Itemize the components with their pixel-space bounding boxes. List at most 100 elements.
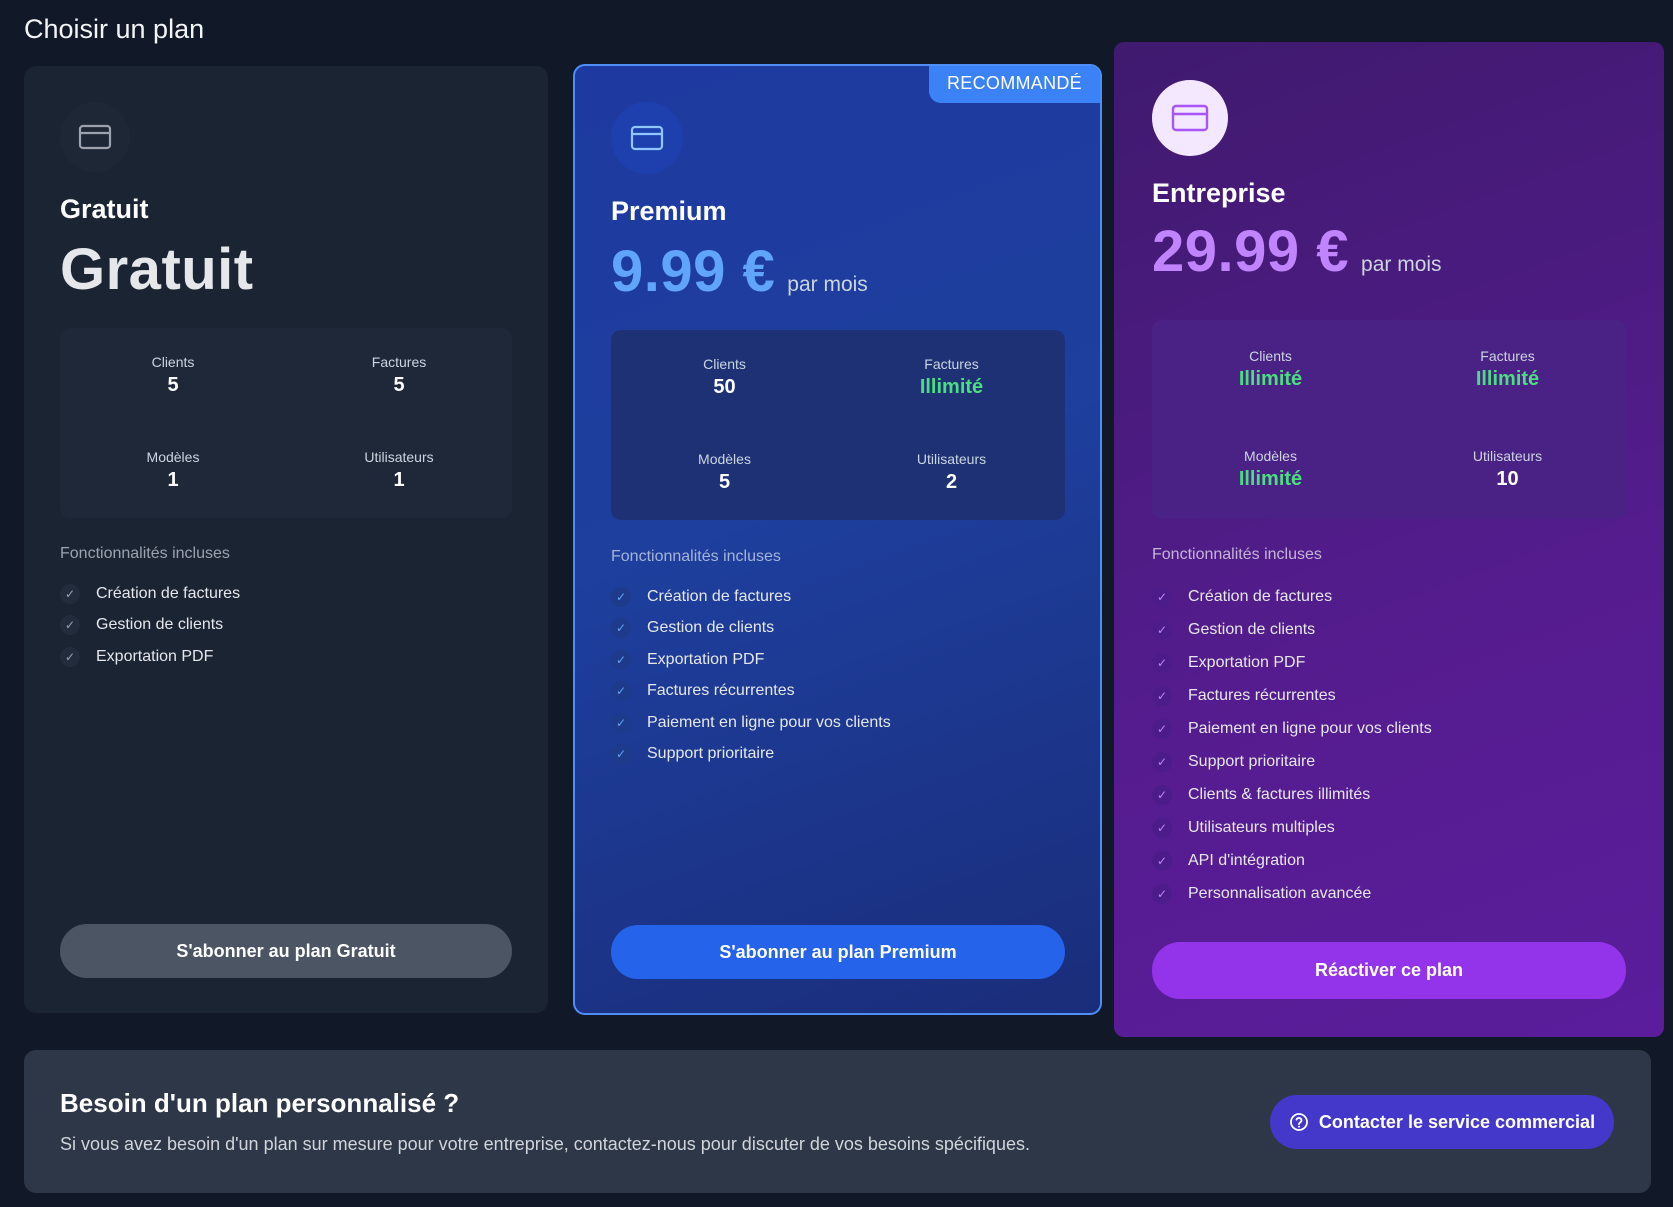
feature-label: Factures récurrentes [647,682,795,700]
check-icon: ✓ [611,649,631,670]
feature-item: ✓ Gestion de clients [611,613,891,645]
feature-label: Création de factures [647,587,792,605]
plan-name: Gratuit [60,194,149,224]
stat-label: Factures [924,356,979,372]
stat-users: Utilisateurs 10 [1389,448,1626,491]
check-icon: ✓ [1152,784,1172,805]
feature-label: Clients & factures illimités [1188,785,1371,803]
reactivate-plan-button[interactable]: Réactiver ce plan [1152,942,1626,999]
check-icon: ✓ [60,583,80,604]
check-icon: ✓ [611,586,631,607]
features-title: Fonctionnalités incluses [60,545,230,562]
feature-item: ✓ Exportation PDF [611,644,891,676]
stat-label: Modèles [1244,447,1297,464]
stat-label: Utilisateurs [916,451,987,467]
feature-item: ✓ Création de factures [1152,580,1432,613]
page-title: Choisir un plan [24,14,205,44]
custom-plan-description: Si vous avez besoin d'un plan sur mesure… [60,1134,1030,1154]
stat-label: Modèles [698,451,751,467]
stat-clients: Clients 50 [611,356,838,399]
plan-name: Entreprise [1152,178,1286,208]
check-icon: ✓ [611,618,631,639]
check-icon: ✓ [1152,718,1172,739]
feature-label: Exportation PDF [647,650,765,668]
plan-stats: Clients 5 Factures 5 Modèles 1 Utilisateurs… [60,328,512,518]
feature-item: ✓ Paiement en ligne pour vos clients [1152,712,1432,745]
stat-value: Illimité [1238,368,1303,391]
contact-sales-button[interactable]: Contacter le service commercial [1270,1095,1614,1149]
check-icon: ✓ [1152,685,1172,706]
features-list: ✓ Création de factures ✓ Gestion de client… [1152,580,1432,910]
plan-card-free: Gratuit Gratuit Clients 5 Factures 5 Modèl… [24,66,548,1013]
check-icon: ✓ [1152,883,1172,904]
feature-item: ✓ Paiement en ligne pour vos clients [611,707,891,739]
check-icon: ✓ [611,744,631,765]
feature-label: Factures récurrentes [1188,686,1336,704]
price-period: par mois [787,273,868,296]
help-circle-icon [1289,1112,1309,1132]
recommended-badge: RECOMMANDÉ [928,66,1100,103]
stat-label: Modèles [146,449,200,465]
check-icon: ✓ [60,615,80,636]
feature-label: Exportation PDF [96,647,214,665]
check-icon: ✓ [60,646,80,667]
stat-clients: Clients 5 [60,354,286,397]
check-icon: ✓ [1152,751,1172,772]
price-value: 29.99 € [1152,219,1350,284]
stat-value: 5 [393,374,405,396]
stat-users: Utilisateurs 2 [838,451,1065,494]
features-title: Fonctionnalités incluses [611,548,781,565]
feature-label: Gestion de clients [1188,620,1316,638]
custom-plan-title: Besoin d'un plan personnalisé ? [60,1088,460,1118]
subscribe-premium-button[interactable]: S'abonner au plan Premium [611,925,1065,979]
feature-label: Exportation PDF [1188,653,1306,671]
stat-value: 10 [1496,467,1519,490]
feature-item: ✓ Clients & factures illimités [1152,778,1432,811]
subscribe-free-button[interactable]: S'abonner au plan Gratuit [60,924,512,978]
stat-invoices: Factures Illimité [838,356,1065,399]
feature-item: ✓ Gestion de clients [1152,613,1432,646]
stat-templates: Modèles 5 [611,451,838,494]
feature-label: API d'intégration [1188,851,1305,869]
feature-label: Paiement en ligne pour vos clients [1188,719,1432,737]
feature-item: ✓ Création de factures [60,578,240,610]
credit-card-icon [60,102,130,172]
feature-label: Support prioritaire [1188,752,1316,770]
feature-item: ✓ Factures récurrentes [611,676,891,708]
check-icon: ✓ [1152,652,1172,673]
features-title: Fonctionnalités incluses [1152,546,1322,563]
feature-item: ✓ Exportation PDF [1152,646,1432,679]
check-icon: ✓ [1152,619,1172,640]
stat-value: 5 [167,374,179,396]
check-icon: ✓ [1152,850,1172,871]
stat-value: Illimité [919,376,984,398]
stat-value: 1 [167,469,179,491]
stat-value: 1 [393,469,405,491]
feature-label: Création de factures [1188,587,1333,605]
features-list: ✓ Création de factures ✓ Gestion de client… [611,581,891,770]
feature-label: Utilisateurs multiples [1188,818,1335,836]
stat-label: Clients [1249,348,1292,365]
stat-templates: Modèles Illimité [1152,448,1389,491]
stat-label: Utilisateurs [1472,447,1543,464]
feature-label: Création de factures [96,584,241,602]
plan-price: 29.99 € par mois [1152,218,1442,285]
plan-price: 9.99 € par mois [611,238,868,305]
feature-label: Paiement en ligne pour vos clients [647,713,891,731]
stat-templates: Modèles 1 [60,449,286,492]
feature-label: Gestion de clients [96,616,224,634]
stat-users: Utilisateurs 1 [286,449,512,492]
feature-item: ✓ Support prioritaire [611,739,891,771]
price-value: 9.99 € [611,239,776,304]
feature-item: ✓ Personnalisation avancée [1152,877,1432,910]
stat-label: Factures [371,354,427,370]
stat-value: 50 [713,376,736,398]
feature-item: ✓ Création de factures [611,581,891,613]
feature-item: ✓ Utilisateurs multiples [1152,811,1432,844]
price-value: Gratuit [60,237,254,302]
credit-card-icon [1152,80,1228,156]
custom-plan-banner: Besoin d'un plan personnalisé ? Si vous … [24,1050,1651,1193]
feature-item: ✓ Factures récurrentes [1152,679,1432,712]
check-icon: ✓ [1152,586,1172,607]
stat-label: Clients [151,354,195,370]
